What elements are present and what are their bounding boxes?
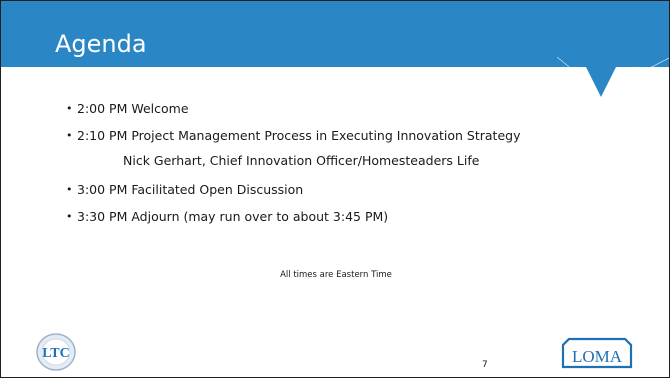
agenda-item-text: 2:00 PM Welcome	[77, 101, 189, 116]
svg-text:LOMA: LOMA	[572, 347, 623, 366]
loma-logo: LOMA	[561, 337, 633, 369]
bullet-icon: •	[66, 210, 73, 223]
agenda-item: • 2:00 PM Welcome	[66, 95, 520, 122]
bullet-icon: •	[66, 129, 73, 142]
agenda-item: • 3:00 PM Facilitated Open Discussion	[66, 176, 520, 203]
bullet-icon: •	[66, 102, 73, 115]
slide: Agenda • 2:00 PM Welcome • 2:10 PM Project…	[0, 0, 670, 378]
timezone-note: All times are Eastern Time	[280, 270, 392, 280]
agenda-item: • 2:10 PM Project Management Process in E…	[66, 122, 521, 149]
slide-title: Agenda	[55, 30, 147, 58]
bullet-icon: •	[66, 183, 73, 196]
agenda-item: • 3:30 PM Adjourn (may run over to about …	[66, 203, 520, 230]
ltc-logo: LTC	[36, 333, 76, 371]
page-number: 7	[482, 360, 488, 370]
agenda-item-text: 3:30 PM Adjourn (may run over to about 3…	[77, 209, 389, 224]
agenda-list: • 2:00 PM Welcome • 2:10 PM Project Manage…	[66, 95, 521, 230]
agenda-item-text: 3:00 PM Facilitated Open Discussion	[77, 182, 304, 197]
title-bar: Agenda	[1, 1, 669, 67]
agenda-subitem: Nick Gerhart, Chief Innovation Officer/H…	[123, 153, 480, 168]
svg-text:LTC: LTC	[42, 346, 70, 361]
agenda-item-text: 2:10 PM Project Management Process in Ex…	[77, 128, 521, 143]
